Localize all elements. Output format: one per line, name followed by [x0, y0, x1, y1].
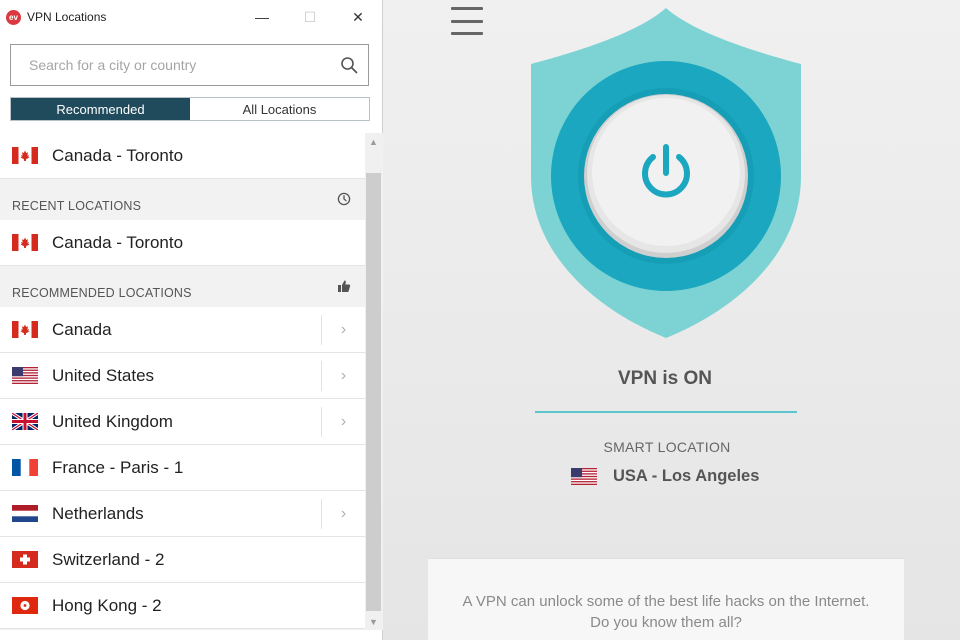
location-label: Switzerland - 2 [52, 549, 165, 569]
canada-flag-icon [12, 321, 38, 338]
section-title: RECOMMENDED LOCATIONS [12, 286, 192, 300]
netherlands-flag-icon [12, 505, 38, 522]
hamburger-menu-icon[interactable] [451, 7, 483, 35]
minimize-button[interactable]: — [238, 0, 286, 34]
uk-flag-icon [12, 413, 38, 430]
title-bar: ev VPN Locations — ☐ ✕ [0, 0, 382, 34]
list-item-netherlands[interactable]: Netherlands › [0, 491, 365, 537]
tab-recommended[interactable]: Recommended [11, 98, 190, 120]
location-label: Netherlands [52, 503, 144, 523]
thumbs-up-icon [338, 280, 351, 292]
list-item-france-paris[interactable]: France - Paris - 1 [0, 445, 365, 491]
chevron-right-icon[interactable]: › [321, 315, 365, 345]
vpn-locations-window: ev VPN Locations — ☐ ✕ Recommended All L… [0, 0, 383, 640]
list-item-united-states[interactable]: United States › [0, 353, 365, 399]
usa-flag-icon [571, 468, 597, 485]
tip-card[interactable]: A VPN can unlock some of the best life h… [428, 558, 904, 640]
power-button[interactable] [584, 94, 748, 258]
shield-graphic [531, 8, 801, 338]
smart-location-name: USA - Los Angeles [613, 467, 760, 485]
list-item-hong-kong[interactable]: Hong Kong - 2 [0, 583, 365, 629]
switzerland-flag-icon [12, 551, 38, 568]
smart-location-label: SMART LOCATION [603, 439, 731, 455]
clock-icon [337, 192, 351, 206]
section-title: RECENT LOCATIONS [12, 199, 142, 213]
location-label: Canada - Toronto [52, 145, 184, 165]
usa-flag-icon [12, 367, 38, 384]
tip-text: A VPN can unlock some of the best life h… [462, 593, 870, 631]
search-input[interactable] [29, 57, 340, 73]
list-item-top-location[interactable]: Canada - Toronto [0, 133, 365, 179]
tab-all-locations[interactable]: All Locations [190, 98, 369, 120]
location-label: Canada [52, 319, 112, 339]
vpn-status-text: VPN is ON [618, 368, 712, 389]
search-icon[interactable] [340, 56, 358, 74]
location-tabs: Recommended All Locations [10, 97, 370, 121]
list-item-united-kingdom[interactable]: United Kingdom › [0, 399, 365, 445]
scroll-down-arrow-icon[interactable]: ▼ [365, 613, 382, 630]
recommended-locations-header: RECOMMENDED LOCATIONS [0, 266, 365, 307]
recent-locations-header: RECENT LOCATIONS [0, 179, 365, 220]
location-label: United States [52, 365, 155, 385]
scroll-up-arrow-icon[interactable]: ▲ [365, 133, 382, 150]
list-scrollbar[interactable]: ▲ ▼ [365, 133, 382, 630]
list-item-recent[interactable]: Canada - Toronto [0, 220, 365, 266]
window-title: VPN Locations [27, 10, 107, 24]
main-pane: VPN is ON SMART LOCATION USA - Los Angel… [383, 0, 960, 640]
location-label: France - Paris - 1 [52, 457, 184, 477]
close-button[interactable]: ✕ [334, 0, 382, 34]
hongkong-flag-icon [12, 597, 38, 614]
smart-location[interactable]: USA - Los Angeles [571, 467, 759, 486]
location-label: Hong Kong - 2 [52, 595, 162, 615]
list-item-switzerland[interactable]: Switzerland - 2 [0, 537, 365, 583]
location-label: Canada - Toronto [52, 232, 184, 252]
window-controls: — ☐ ✕ [238, 0, 382, 34]
france-flag-icon [12, 459, 38, 476]
list-item-canada[interactable]: Canada › [0, 307, 365, 353]
canada-flag-icon [12, 234, 38, 251]
chevron-right-icon[interactable]: › [321, 407, 365, 437]
app-logo-icon: ev [6, 9, 21, 25]
status-divider [535, 411, 797, 413]
location-list: Canada - Toronto RECENT LOCATIONS Canada… [0, 133, 383, 630]
chevron-right-icon[interactable]: › [321, 499, 365, 529]
canada-flag-icon [12, 147, 38, 164]
search-box [10, 44, 369, 86]
location-label: United Kingdom [52, 411, 173, 431]
scrollbar-thumb[interactable] [366, 173, 381, 611]
maximize-button[interactable]: ☐ [286, 0, 334, 34]
chevron-right-icon[interactable]: › [321, 361, 365, 391]
location-list-content: Canada - Toronto RECENT LOCATIONS Canada… [0, 133, 365, 629]
